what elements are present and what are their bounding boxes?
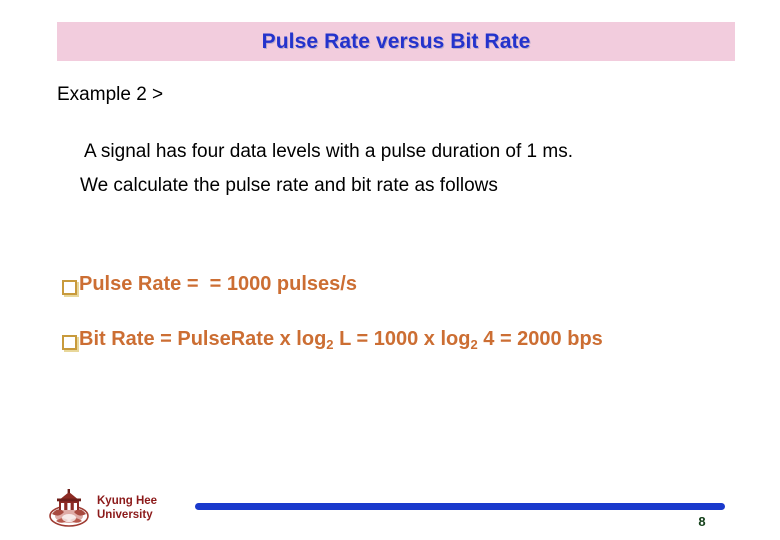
kyung-hee-university-crest-icon [49,489,89,527]
list-item: Bit Rate = PulseRate x log2 L = 1000 x l… [60,327,760,355]
university-name-line-1: Kyung Hee [97,495,158,507]
slide-title-banner: Pulse Rate versus Bit Rate [57,22,735,61]
page-title: Pulse Rate versus Bit Rate [261,29,531,53]
slide-footer: Kyung Hee University 8 [0,482,780,540]
slide-canvas: Pulse Rate versus Bit Rate Example 2 > A… [0,0,780,540]
hollow-square-bullet-icon [60,332,78,355]
university-branding: Kyung Hee University [48,488,157,528]
example-label: Example 2 > [57,84,164,105]
bit-rate-formula-part1: Bit Rate = PulseRate x log [79,328,327,350]
body-line-1: A signal has four data levels with a pul… [84,141,573,162]
footer-divider-rule [195,503,725,510]
pulse-rate-formula: Pulse Rate = = 1000 pulses/s [79,273,357,295]
body-paragraph: A signal has four data levels with a pul… [80,135,724,203]
list-item: Pulse Rate = = 1000 pulses/s [60,272,760,300]
university-name-line-2: University [97,509,153,521]
hollow-square-bullet-icon [60,277,78,300]
bit-rate-formula: Bit Rate = PulseRate x log2 L = 1000 x l… [79,327,603,353]
body-line-2: We calculate the pulse rate and bit rate… [80,175,498,196]
page-number: 8 [698,514,706,529]
bit-rate-formula-subscript-2: 2 [470,337,478,352]
bit-rate-formula-subscript-1: 2 [326,337,334,352]
university-name: Kyung Hee University [97,494,157,522]
formula-bullet-list: Pulse Rate = = 1000 pulses/s Bit Rate = … [60,272,760,382]
bit-rate-formula-part3: 4 = 2000 bps [477,328,603,350]
bit-rate-formula-part2: L = 1000 x log [333,328,471,350]
